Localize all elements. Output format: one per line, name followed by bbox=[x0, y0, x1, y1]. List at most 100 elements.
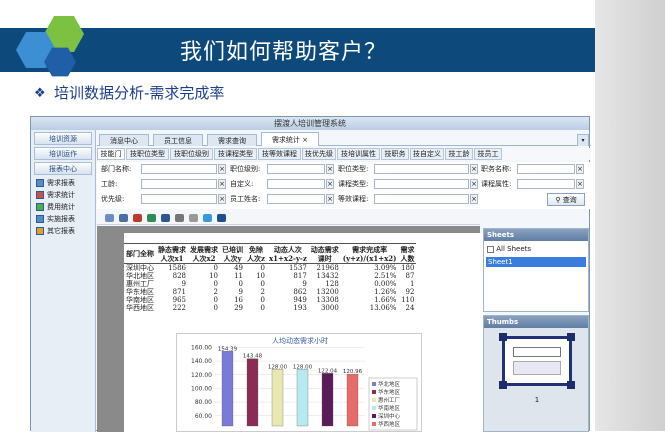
custom-field[interactable] bbox=[267, 179, 325, 189]
clear-icon[interactable]: × bbox=[218, 179, 226, 189]
clear-icon[interactable]: × bbox=[470, 194, 478, 204]
y-tick-label: 60.00 bbox=[195, 413, 212, 420]
sidebar-button-reports[interactable]: 报表中心 bbox=[34, 162, 92, 175]
table-cell: 871 bbox=[172, 288, 186, 296]
data-label: 120.96 bbox=[343, 369, 363, 375]
custom-label: 自定义: bbox=[230, 180, 254, 188]
book-icon[interactable] bbox=[217, 214, 226, 222]
subtab-priority[interactable]: 技优先级 bbox=[302, 148, 336, 160]
legend-swatch bbox=[372, 390, 376, 394]
table-cell: 10 bbox=[256, 272, 265, 280]
employee-label: 员工姓名: bbox=[230, 195, 261, 203]
clear-icon[interactable]: × bbox=[470, 164, 478, 174]
priority-label: 优先级: bbox=[101, 195, 125, 203]
seniority-label: 工龄: bbox=[101, 180, 118, 188]
print-icon[interactable] bbox=[105, 214, 114, 222]
tab-demand-query[interactable]: 需求查询 bbox=[207, 134, 257, 146]
tab-bar: 消息中心 员工信息 需求查询 需求统计 × ▾ bbox=[97, 132, 591, 146]
course-type-label: 课程类型: bbox=[338, 180, 369, 188]
image-icon[interactable] bbox=[203, 214, 212, 222]
filter-panel: 部门名称: × 工龄: × 优先级: × 职位级别: × 自定义: × 员工姓名… bbox=[97, 162, 591, 209]
subtab-job-type[interactable]: 技职位类型 bbox=[126, 148, 169, 160]
sidebar-button-resources[interactable]: 培训资源 bbox=[34, 132, 92, 145]
table-cell: 180 bbox=[401, 264, 415, 272]
table-cell: 惠州工厂 bbox=[126, 280, 154, 288]
tab-employees[interactable]: 员工信息 bbox=[153, 134, 203, 146]
job-type-field[interactable] bbox=[374, 164, 469, 174]
table-cell: 10 bbox=[209, 272, 218, 280]
course-type-field[interactable] bbox=[374, 179, 469, 189]
page-thumbnail[interactable] bbox=[499, 333, 575, 389]
job-level-field[interactable] bbox=[267, 164, 325, 174]
dept-field[interactable] bbox=[141, 164, 217, 174]
equiv-course-field[interactable] bbox=[374, 194, 469, 204]
thumbs-title: Thumbs bbox=[484, 316, 588, 328]
position-field[interactable] bbox=[517, 164, 575, 174]
table-header: 部门全称 静态需求 人次x1 发展需求 人次x2 已培训 人次y 免除 人次z 动态人次 … bbox=[124, 243, 417, 264]
sheet-item[interactable]: Sheet1 bbox=[486, 257, 586, 267]
clear-icon[interactable]: × bbox=[576, 179, 584, 189]
clear-icon[interactable]: × bbox=[326, 194, 334, 204]
table-cell: 1.66% bbox=[374, 296, 397, 304]
thumb-corner bbox=[499, 381, 507, 389]
sidebar-item-other-report[interactable]: 其它报表 bbox=[31, 225, 95, 237]
sidebar: 培训资源 培训运作 报表中心 需求报表 需求统计 费用统计 实施报表 其它报表 bbox=[31, 130, 96, 432]
sidebar-item-impl-report[interactable]: 实施报表 bbox=[31, 213, 95, 225]
legend-swatch bbox=[372, 382, 376, 386]
subtab-dept[interactable]: 技能门 bbox=[97, 148, 125, 160]
legend-label: 华西地区 bbox=[378, 420, 401, 428]
sidebar-button-operations[interactable]: 培训运作 bbox=[34, 147, 92, 160]
clear-icon[interactable]: × bbox=[470, 179, 478, 189]
all-sheets-option[interactable]: All Sheets bbox=[484, 241, 588, 257]
subtab-seniority[interactable]: 技工龄 bbox=[445, 148, 473, 160]
course-attr-field[interactable] bbox=[517, 179, 575, 189]
checkbox-icon[interactable] bbox=[487, 245, 494, 253]
table-row: 华南地区 965 0 16 0 949 13308 1.66% 110 bbox=[124, 296, 416, 304]
sidebar-item-cost-stats[interactable]: 费用统计 bbox=[31, 201, 95, 213]
table-row: 华西地区 222 0 29 0 193 3000 13.06% 24 bbox=[124, 304, 416, 312]
table-cell: 0 bbox=[213, 304, 218, 312]
clear-icon[interactable]: × bbox=[326, 164, 334, 174]
table-cell: 13.06% bbox=[369, 304, 397, 312]
subtab-employee[interactable]: 技员工 bbox=[474, 148, 502, 160]
app-title: 摆渡人培训管理系统 bbox=[31, 117, 589, 130]
data-label: 154.39 bbox=[218, 346, 238, 352]
sidebar-item-demand-report[interactable]: 需求报表 bbox=[31, 177, 95, 189]
legend-label: 华南地区 bbox=[378, 404, 401, 412]
report-table: 部门全称 静态需求 人次x1 发展需求 人次x2 已培训 人次y 免除 人次z 动态人次 … bbox=[124, 243, 417, 312]
clear-icon[interactable]: × bbox=[576, 164, 584, 174]
save-icon[interactable] bbox=[119, 214, 128, 222]
report-icon bbox=[36, 227, 44, 235]
column-header: 动态人次 x1+x2-y-z bbox=[268, 244, 307, 263]
word-icon[interactable] bbox=[161, 214, 170, 222]
table-cell: 13432 bbox=[316, 272, 339, 280]
priority-field[interactable] bbox=[141, 194, 217, 204]
clear-icon[interactable]: × bbox=[218, 164, 226, 174]
clear-icon[interactable]: × bbox=[218, 194, 226, 204]
tab-messages[interactable]: 消息中心 bbox=[99, 134, 149, 146]
column-header: 需求完成率 (y+z)/(x1+x2) bbox=[342, 244, 397, 263]
table-cell: 16 bbox=[234, 296, 243, 304]
subtab-training-attr[interactable]: 技培训属性 bbox=[337, 148, 380, 160]
query-button[interactable]: ⚲ 查询 bbox=[547, 193, 585, 206]
table-cell: 0 bbox=[260, 264, 265, 272]
employee-field[interactable] bbox=[267, 194, 325, 204]
close-icon[interactable]: × bbox=[302, 136, 308, 144]
sidebar-item-demand-stats[interactable]: 需求统计 bbox=[31, 189, 95, 201]
column-header: 已培训 人次y bbox=[222, 244, 243, 263]
subtab-position[interactable]: 技职务 bbox=[381, 148, 409, 160]
table-cell: 11 bbox=[234, 272, 243, 280]
zoom-icon[interactable] bbox=[189, 214, 198, 222]
tab-dropdown-icon[interactable]: ▾ bbox=[577, 134, 589, 146]
pdf-icon[interactable] bbox=[133, 214, 142, 222]
seniority-field[interactable] bbox=[141, 179, 217, 189]
search-icon[interactable] bbox=[175, 214, 184, 222]
excel-icon[interactable] bbox=[147, 214, 156, 222]
subtab-equiv-course[interactable]: 技等效课程 bbox=[258, 148, 301, 160]
subtab-course-type[interactable]: 技课程类型 bbox=[214, 148, 257, 160]
subtab-job-level[interactable]: 技职位级别 bbox=[170, 148, 213, 160]
tab-demand-stats[interactable]: 需求统计 × bbox=[261, 132, 319, 146]
report-viewer: 部门全称 静态需求 人次x1 发展需求 人次x2 已培训 人次y 免除 人次z 动态人次 … bbox=[97, 226, 484, 432]
clear-icon[interactable]: × bbox=[326, 179, 334, 189]
subtab-custom[interactable]: 技自定义 bbox=[410, 148, 444, 160]
